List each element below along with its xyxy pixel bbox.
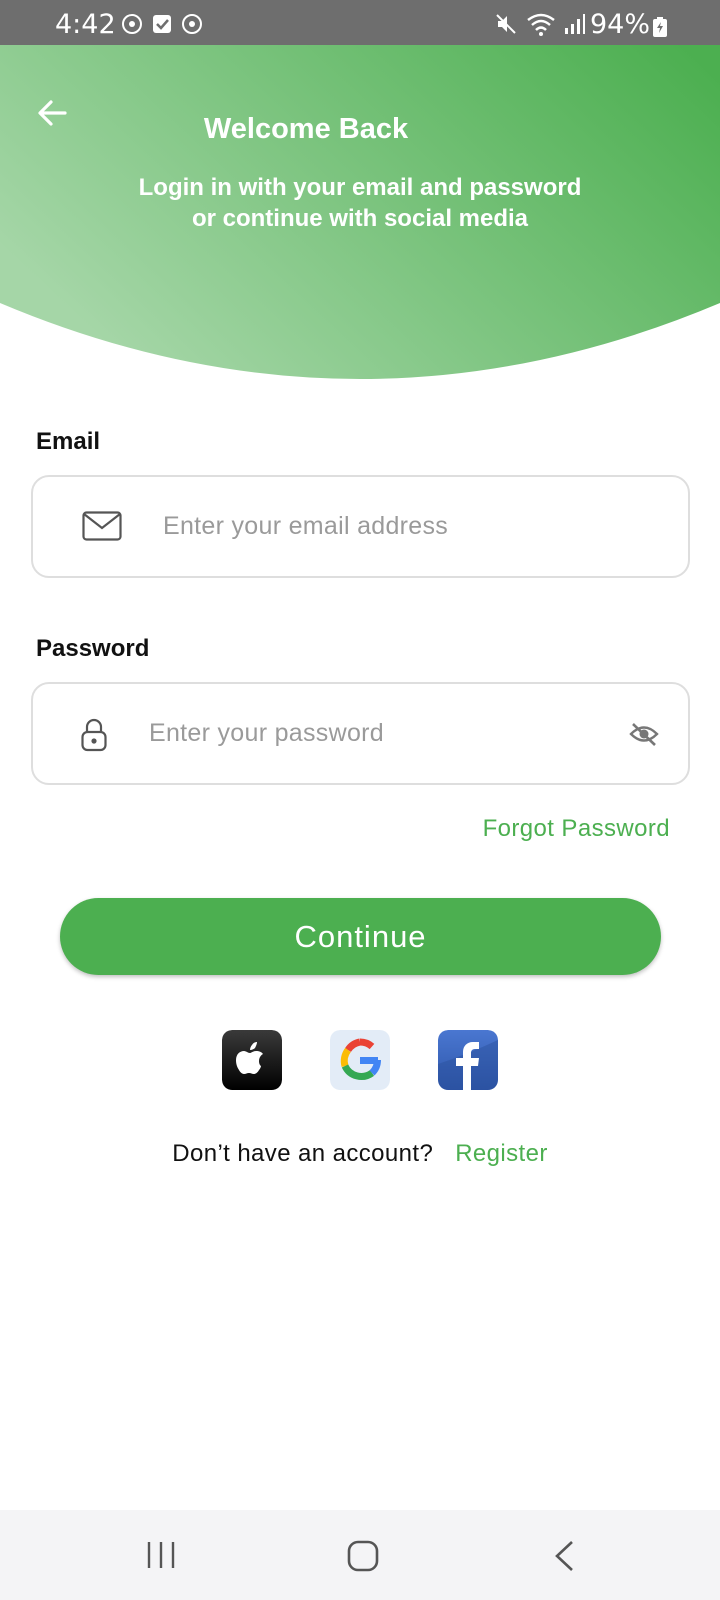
status-bar: 4:42 94%: [0, 0, 720, 45]
wifi-icon: [527, 13, 555, 36]
google-login-button[interactable]: [330, 1030, 390, 1090]
facebook-icon: [438, 1030, 498, 1090]
back-nav-icon[interactable]: [553, 1540, 575, 1572]
sync-icon: [181, 13, 203, 35]
system-icons: [494, 12, 586, 36]
continue-button[interactable]: Continue: [60, 898, 661, 975]
email-label: Email: [36, 428, 101, 455]
google-icon: [330, 1030, 390, 1090]
password-label: Password: [36, 635, 150, 662]
home-icon[interactable]: [347, 1540, 379, 1572]
eye-off-icon[interactable]: [629, 721, 659, 747]
mail-icon: [82, 511, 122, 541]
subtitle-line-1: Login in with your email and password: [138, 174, 582, 201]
forgot-password-link[interactable]: Forgot Password: [483, 815, 670, 843]
signal-icon: [565, 14, 585, 34]
navigation-bar: [0, 1510, 720, 1600]
password-input[interactable]: [149, 684, 599, 783]
register-link[interactable]: Register: [455, 1140, 548, 1167]
page-title: Welcome Back: [203, 113, 409, 145]
register-question: Don’t have an account?: [172, 1140, 434, 1167]
status-time: 4:42: [55, 9, 116, 40]
page-subtitle: Login in with your email and password or…: [0, 172, 720, 234]
notification-icons: [121, 13, 203, 35]
mute-icon: [496, 14, 516, 34]
battery-icon: [653, 17, 667, 37]
checkbox-icon: [151, 13, 173, 35]
facebook-login-button[interactable]: [438, 1030, 498, 1090]
email-field[interactable]: [31, 475, 690, 578]
password-field[interactable]: [31, 682, 690, 785]
email-input[interactable]: [163, 477, 663, 576]
subtitle-line-2: or continue with social media: [191, 205, 529, 232]
lock-icon: [81, 718, 107, 752]
recent-apps-icon[interactable]: [146, 1540, 176, 1570]
sync-icon: [121, 13, 143, 35]
header-banner: Welcome Back Login in with your email an…: [0, 45, 720, 380]
register-row: Don’t have an account? Register: [0, 1140, 720, 1168]
apple-login-button[interactable]: [222, 1030, 282, 1090]
battery-percent: 94%: [589, 9, 650, 40]
apple-icon: [222, 1030, 282, 1090]
